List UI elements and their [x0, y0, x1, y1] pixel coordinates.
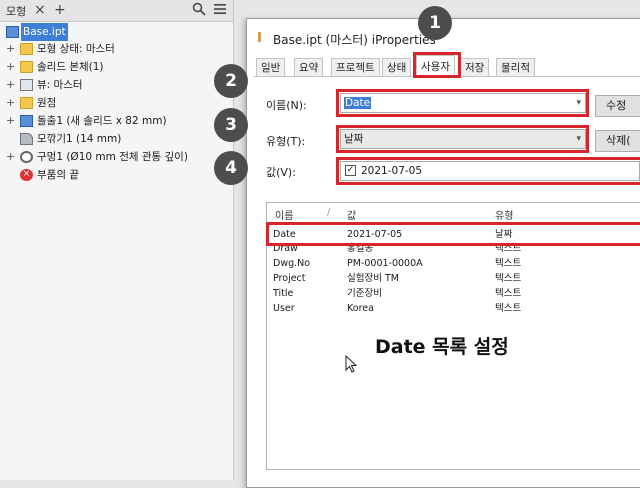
- cell-name: Dwg.No: [273, 258, 311, 269]
- cell-name: Project: [273, 273, 306, 284]
- modify-button[interactable]: 수정: [595, 95, 640, 117]
- cell-value: Korea: [347, 303, 374, 314]
- column-header-value[interactable]: 값: [347, 207, 356, 222]
- name-label: 이름(N):: [266, 99, 307, 112]
- caption-text: Date 목록 설정: [375, 336, 509, 358]
- cell-type: 텍스트: [495, 258, 522, 269]
- expand-icon[interactable]: +: [6, 94, 15, 112]
- tree-label: 구멍1 (Ø10 mm 전체 관통 깊이): [37, 151, 188, 163]
- dialog-title: Base.ipt (마스터) iProperties: [273, 33, 436, 47]
- cell-value: PM-0001-0000A: [347, 258, 423, 269]
- cell-value: 기준장비: [347, 288, 382, 299]
- inventor-app-icon: I: [257, 31, 262, 46]
- highlight-custom-tab: [413, 52, 461, 78]
- step-badge-1: 1: [418, 6, 452, 40]
- tab-model[interactable]: 모형: [6, 3, 26, 19]
- column-resize-handle[interactable]: /: [327, 207, 330, 218]
- folder-icon: [20, 43, 33, 55]
- mouse-cursor-icon: [345, 355, 358, 373]
- menu-icon[interactable]: [213, 2, 227, 20]
- tree-label: 솔리드 본체(1): [37, 61, 104, 73]
- delete-button[interactable]: 삭제(: [595, 130, 640, 152]
- folder-icon: [20, 97, 33, 109]
- tab-project[interactable]: 프로젝트: [331, 58, 380, 76]
- table-row[interactable]: User Korea 텍스트: [267, 301, 640, 316]
- tree-label: 돌출1 (새 솔리드 x 82 mm): [37, 115, 167, 127]
- tree-label: 모깎기1 (14 mm): [37, 133, 122, 145]
- cell-value: 실험장비 TM: [347, 273, 399, 284]
- fillet-icon: [20, 133, 33, 145]
- model-browser: 모형 × + Base.ipt + 모형 상태: 마스터 + 솔리드 본체(1)…: [0, 0, 234, 480]
- value-label: 값(V):: [266, 166, 296, 179]
- search-icon[interactable]: [192, 2, 206, 20]
- column-header-name[interactable]: 이름: [275, 207, 293, 222]
- end-of-part-icon: ×: [20, 169, 33, 181]
- cell-type: 텍스트: [495, 273, 522, 284]
- tab-general[interactable]: 일반: [256, 58, 286, 76]
- tree-label: 부품의 끝: [37, 169, 79, 181]
- step-badge-4: 4: [214, 151, 248, 185]
- extrude-icon: [20, 115, 33, 127]
- tree-label: 모형 상태: 마스터: [37, 43, 115, 55]
- browser-tabbar: 모형 × +: [0, 0, 233, 22]
- highlight-type-field: [336, 125, 589, 153]
- hole-icon: [20, 151, 33, 163]
- tab-physical[interactable]: 물리적: [496, 58, 535, 76]
- highlight-value-field: [336, 157, 640, 185]
- cell-type: 텍스트: [495, 303, 522, 314]
- folder-icon: [20, 61, 33, 73]
- expand-icon[interactable]: +: [6, 76, 15, 94]
- view-icon: [20, 79, 33, 91]
- part-icon: [6, 26, 19, 38]
- tab-status[interactable]: 상태: [382, 58, 412, 76]
- close-icon[interactable]: ×: [34, 2, 46, 18]
- table-row[interactable]: Dwg.No PM-0001-0000A 텍스트: [267, 256, 640, 271]
- cell-name: Title: [273, 288, 294, 299]
- column-header-type[interactable]: 유형: [495, 207, 513, 222]
- table-row[interactable]: Title 기준장비 텍스트: [267, 286, 640, 301]
- type-label: 유형(T):: [266, 135, 306, 148]
- highlight-name-field: [336, 89, 589, 117]
- tree-label: 뷰: 마스터: [37, 79, 83, 91]
- cell-type: 텍스트: [495, 288, 522, 299]
- expand-icon[interactable]: +: [6, 112, 15, 130]
- step-badge-2: 2: [214, 64, 248, 98]
- cell-name: User: [273, 303, 295, 314]
- tab-save[interactable]: 저장: [460, 58, 490, 76]
- highlight-date-row: [266, 222, 640, 246]
- expand-icon[interactable]: +: [6, 148, 15, 166]
- add-tab-icon[interactable]: +: [54, 2, 66, 18]
- expand-icon[interactable]: +: [6, 40, 15, 58]
- tree-label: Base.ipt: [21, 23, 68, 41]
- tree-label: 원점: [37, 97, 57, 109]
- table-row[interactable]: Project 실험장비 TM 텍스트: [267, 271, 640, 286]
- tab-summary[interactable]: 요약: [294, 58, 324, 76]
- expand-icon[interactable]: +: [6, 58, 15, 76]
- step-badge-3: 3: [214, 108, 248, 142]
